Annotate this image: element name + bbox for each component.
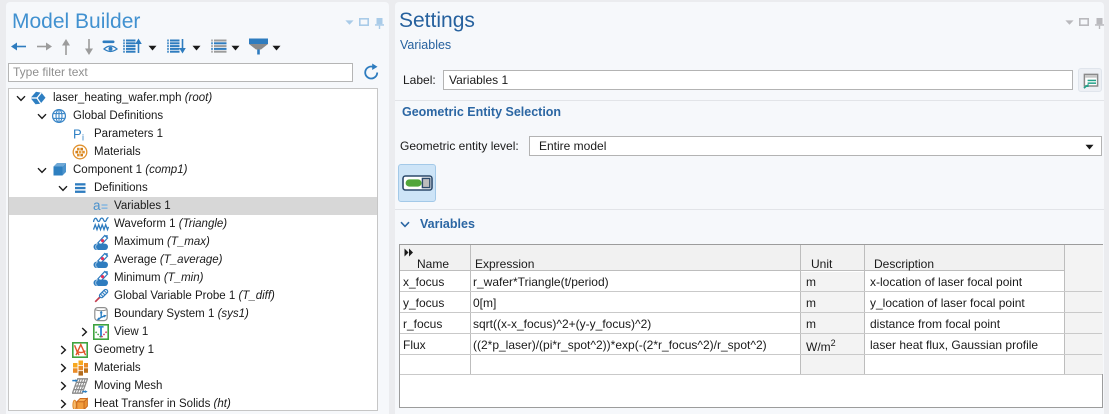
- svg-text:P: P: [73, 127, 82, 142]
- svg-text:i: i: [82, 133, 84, 143]
- svg-text:a: a: [93, 198, 101, 213]
